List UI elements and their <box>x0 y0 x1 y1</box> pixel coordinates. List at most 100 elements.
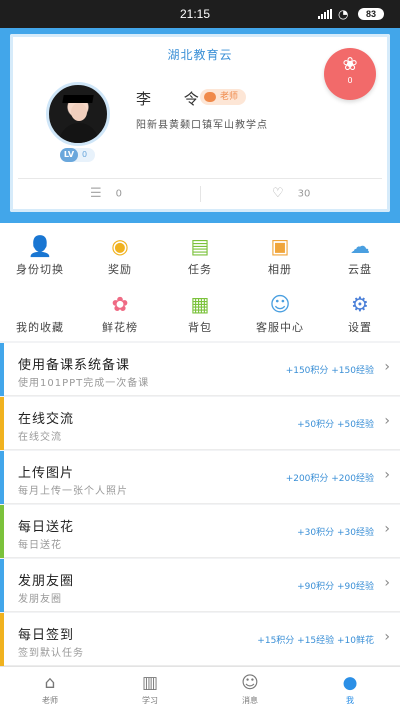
task-subtitle: 每月上传一张个人照片 <box>18 486 128 497</box>
school-name: 阳新县黄颡口镇军山教学点 <box>136 120 268 131</box>
task-subtitle: 在线交流 <box>18 432 62 443</box>
tab-teacher[interactable]: ⌂ 老师 <box>0 667 100 711</box>
battery-icon: 83 <box>358 8 384 20</box>
task-title: 在线交流 <box>18 412 75 427</box>
flower-button[interactable]: ❀ 0 <box>324 48 376 100</box>
grid-item-album[interactable]: ▣ 相册 <box>240 227 320 277</box>
task-title: 每日签到 <box>18 628 75 643</box>
grid-label: 云盘 <box>348 263 372 276</box>
chevron-right-icon: › <box>384 521 390 537</box>
album-icon: ▣ <box>270 234 290 258</box>
chevron-right-icon: › <box>384 359 390 375</box>
grid-label: 客服中心 <box>256 321 304 334</box>
task-title: 发朋友圈 <box>18 574 75 589</box>
grid-label: 我的收藏 <box>16 321 64 334</box>
user-switch-icon: 👤 <box>27 234 53 258</box>
person-icon: ● <box>342 673 358 693</box>
task-reward: +30积分 +30经验 <box>297 528 374 538</box>
status-time: 21:15 <box>180 7 211 21</box>
task-color-bar <box>0 397 4 450</box>
home-icon: ⌂ <box>44 673 56 693</box>
avatar[interactable] <box>46 82 110 146</box>
task-reward: +200积分 +200经验 <box>285 474 374 484</box>
task-subtitle: 每日送花 <box>18 540 62 551</box>
chevron-right-icon: › <box>384 575 390 591</box>
list-item[interactable]: 每日签到 签到默认任务 +15积分 +15经验 +10鲜花 › <box>0 613 400 666</box>
grid-item-favorites[interactable]: ★ 我的收藏 <box>0 285 80 335</box>
list-item[interactable]: 在线交流 在线交流 +50积分 +50经验 › <box>0 397 400 450</box>
task-subtitle: 发朋友圈 <box>18 594 62 605</box>
wifi-icon: ◔ <box>338 7 349 21</box>
medal-icon: ◉ <box>111 234 129 258</box>
tab-label: 我 <box>346 696 354 705</box>
profile-card: 湖北教育云 李 令 老师 阳新县黄颡口镇军山教学点 LV 0 ❀ 0 ☰ 0 ♡ 3… <box>10 34 390 212</box>
grid-item-identity-switch[interactable]: 👤 身份切换 <box>0 227 80 277</box>
tab-study[interactable]: ▥ 学习 <box>100 667 200 711</box>
grid-label: 设置 <box>348 321 372 334</box>
task-subtitle: 使用101PPT完成一次备课 <box>18 378 150 389</box>
grid-label: 奖励 <box>108 263 132 276</box>
tab-label: 消息 <box>242 696 258 705</box>
cloud-icon: ☁ <box>350 234 370 258</box>
grid-item-backpack[interactable]: ▦ 背包 <box>160 285 240 335</box>
task-color-bar <box>0 343 4 396</box>
task-reward: +50积分 +50经验 <box>297 420 374 430</box>
list-item[interactable]: 发朋友圈 发朋友圈 +90积分 +90经验 › <box>0 559 400 612</box>
headset-icon: ☺ <box>269 292 291 316</box>
gear-icon: ⚙ <box>351 292 369 316</box>
chevron-right-icon: › <box>384 467 390 483</box>
task-title: 上传图片 <box>18 466 75 481</box>
chevron-right-icon: › <box>384 629 390 645</box>
heart-hand-icon: ♡ <box>272 186 284 201</box>
coin-stack-icon: ☰ <box>90 186 102 201</box>
grid-label: 鲜花榜 <box>102 321 138 334</box>
chevron-right-icon: › <box>384 413 390 429</box>
grid-item-flower-ranking[interactable]: ✿ 鲜花榜 <box>80 285 160 335</box>
list-item[interactable]: 每日送花 每日送花 +30积分 +30经验 › <box>0 505 400 558</box>
tab-label: 学习 <box>142 696 158 705</box>
grid-item-settings[interactable]: ⚙ 设置 <box>320 285 400 335</box>
tab-messages[interactable]: ☺ 消息 <box>200 667 300 711</box>
grid-label: 身份切换 <box>16 263 64 276</box>
tab-label: 老师 <box>42 696 58 705</box>
grid-item-tasks[interactable]: ▤ 任务 <box>160 227 240 277</box>
stat-divider <box>200 186 201 202</box>
role-badge: 老师 <box>200 89 247 105</box>
task-color-bar <box>0 451 4 504</box>
task-color-bar <box>0 559 4 612</box>
grid-item-rewards[interactable]: ◉ 奖励 <box>80 227 160 277</box>
grid-item-customer-service[interactable]: ☺ 客服中心 <box>240 285 320 335</box>
message-icon: ☺ <box>241 673 259 693</box>
task-icon: ▤ <box>190 234 210 258</box>
teacher-icon <box>204 92 216 102</box>
list-item[interactable]: 使用备课系统备课 使用101PPT完成一次备课 +150积分 +150经验 › <box>0 343 400 396</box>
level-label: LV <box>60 148 78 162</box>
flower-stat[interactable]: ♡ 30 <box>272 186 310 201</box>
flower-icon: ✿ <box>111 292 129 316</box>
tab-me[interactable]: ● 我 <box>300 667 400 711</box>
flower-icon: ❀ <box>342 54 358 75</box>
grid-label: 背包 <box>188 321 212 334</box>
level-badge: LV 0 <box>60 148 96 162</box>
signal-icon <box>318 9 332 19</box>
coin-stat[interactable]: ☰ 0 <box>90 186 122 201</box>
feature-grid: 👤 身份切换 ◉ 奖励 ▤ 任务 ▣ 相册 ☁ 云盘 ★ 我的收藏 ✿ 鲜花榜 … <box>0 223 400 341</box>
task-subtitle: 签到默认任务 <box>18 648 84 659</box>
book-icon: ▥ <box>141 673 159 693</box>
task-color-bar <box>0 613 4 666</box>
flower-count: 0 <box>347 76 353 85</box>
status-bar: 21:15 ◔ 83 <box>0 0 400 28</box>
level-value: 0 <box>82 150 88 159</box>
task-title: 每日送花 <box>18 520 75 535</box>
list-item[interactable]: 上传图片 每月上传一张个人照片 +200积分 +200经验 › <box>0 451 400 504</box>
backpack-icon: ▦ <box>190 292 210 316</box>
role-label: 老师 <box>220 92 239 102</box>
task-reward: +90积分 +90经验 <box>297 582 374 592</box>
flower-stat-value: 30 <box>297 188 311 200</box>
star-icon: ★ <box>31 292 49 316</box>
task-color-bar <box>0 505 4 558</box>
grid-item-cloud[interactable]: ☁ 云盘 <box>320 227 400 277</box>
grid-label: 任务 <box>188 263 212 276</box>
task-title: 使用备课系统备课 <box>18 358 131 373</box>
task-reward: +150积分 +150经验 <box>285 366 374 376</box>
